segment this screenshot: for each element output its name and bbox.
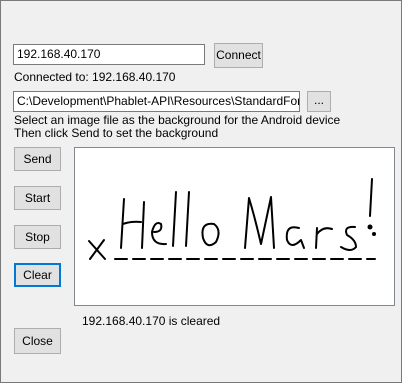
browse-button[interactable]: ... <box>307 91 331 112</box>
connection-status-label: Connected to: 192.168.40.170 <box>14 70 176 84</box>
send-button[interactable]: Send <box>14 147 61 171</box>
app-window: 192.168.40.170 Connect Connected to: 192… <box>0 0 402 383</box>
close-button[interactable]: Close <box>14 328 61 354</box>
handwriting-drawing <box>88 178 376 260</box>
handwritten-hello <box>120 191 220 249</box>
signature-x-mark <box>88 239 106 260</box>
signature-canvas[interactable] <box>74 147 395 306</box>
status-message: 192.168.40.170 is cleared <box>82 314 221 328</box>
clear-button[interactable]: Clear <box>14 263 61 287</box>
instruction-line-2: Then click Send to set the background <box>14 126 219 140</box>
connect-button[interactable]: Connect <box>214 43 263 68</box>
stop-button[interactable]: Stop <box>14 225 61 249</box>
instruction-line-1: Select an image file as the background f… <box>14 113 341 127</box>
file-path-input[interactable]: C:\Development\Phablet-API\Resources\Sta… <box>13 91 300 112</box>
start-button[interactable]: Start <box>14 186 61 210</box>
ip-address-input[interactable]: 192.168.40.170 <box>13 44 205 65</box>
handwritten-exclamation <box>369 178 373 217</box>
handwritten-mars <box>244 196 357 251</box>
